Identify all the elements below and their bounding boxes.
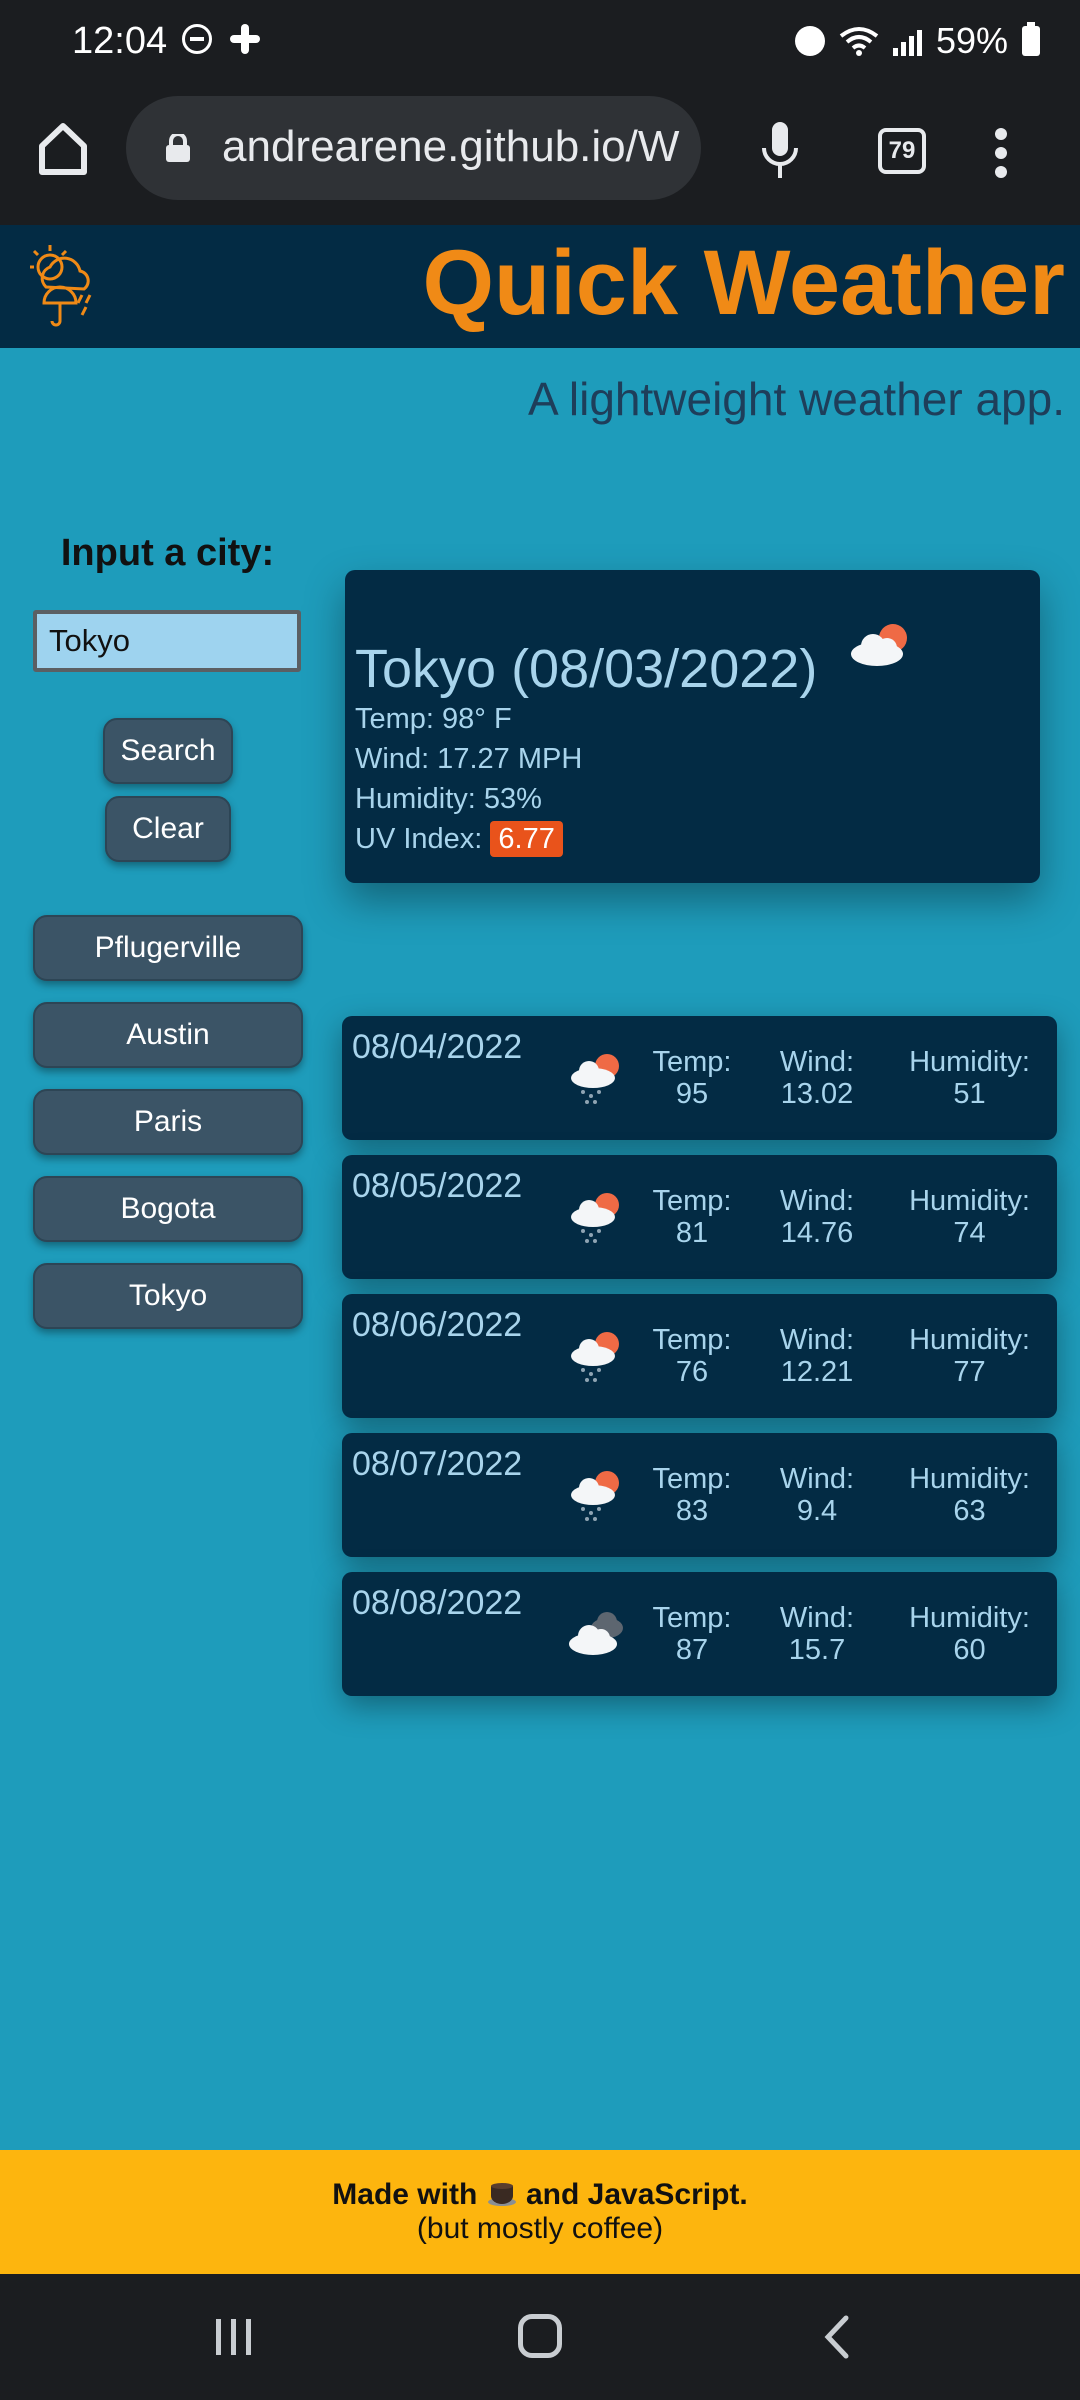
forecast-humidity: Humidity: 51 (909, 1046, 1030, 1110)
weather-logo-icon (30, 245, 92, 327)
forecast-temp: Temp: 81 (652, 1185, 732, 1249)
forecast-date: 08/08/2022 (352, 1584, 523, 1622)
forecast-card: 08/07/2022 Temp: 83 Wind: 9.4 Humidity: 63 (342, 1433, 1057, 1557)
app-title: Quick Weather (422, 232, 1065, 334)
history-city-button[interactable]: Paris (33, 1089, 303, 1155)
home-icon[interactable] (38, 120, 88, 176)
more-options-icon[interactable] (995, 128, 1009, 178)
rain-sun-icon (571, 1471, 619, 1521)
forecast-humidity: Humidity: 74 (909, 1185, 1030, 1249)
home-nav-icon[interactable] (518, 2314, 562, 2358)
page-footer: Made with and JavaScript. (but mostly co… (0, 2150, 1080, 2274)
history-city-button[interactable]: Austin (33, 1002, 303, 1068)
cloudy-icon (569, 1612, 623, 1655)
recent-apps-icon[interactable] (212, 2317, 256, 2357)
rain-sun-icon (571, 1054, 619, 1104)
slack-icon (230, 24, 260, 54)
forecast-temp: Temp: 76 (652, 1324, 732, 1388)
app-header: Quick Weather (0, 225, 1080, 348)
forecast-temp: Temp: 95 (652, 1046, 732, 1110)
forecast-temp: Temp: 87 (652, 1602, 732, 1666)
url-text: andrearene.github.io/W (222, 122, 680, 171)
city-search-input[interactable] (33, 610, 301, 672)
uv-index-badge: 6.77 (490, 821, 563, 857)
forecast-wind: Wind: 14.76 (779, 1185, 855, 1249)
forecast-card: 08/06/2022 Temp: 76 Wind: 12.21 Humidity: 7… (342, 1294, 1057, 1418)
browser-toolbar: andrearene.github.io/W 79 (0, 90, 1080, 225)
system-nav-bar (0, 2274, 1080, 2400)
forecast-card: 08/05/2022 Temp: 81 Wind: 14.76 Humidity: 7… (342, 1155, 1057, 1279)
tab-switcher-button[interactable]: 79 (878, 128, 926, 174)
forecast-date: 08/07/2022 (352, 1445, 523, 1483)
footer-note: (but mostly coffee) (416, 2212, 664, 2245)
forecast-humidity: Humidity: 63 (909, 1463, 1030, 1527)
rain-sun-icon (571, 1193, 619, 1243)
back-icon[interactable] (822, 2314, 852, 2360)
rain-sun-icon (571, 1332, 619, 1382)
city-input-label: Input a city: (60, 532, 275, 574)
current-city-title: Tokyo (08/03/2022) (355, 639, 818, 699)
current-temp: Temp: 98° F (355, 703, 512, 735)
partly-cloudy-icon (851, 624, 907, 666)
battery-icon (1022, 22, 1040, 56)
forecast-date: 08/04/2022 (352, 1028, 523, 1066)
footer-credit: Made with and JavaScript. (332, 2178, 748, 2211)
history-city-button[interactable]: Tokyo (33, 1263, 303, 1329)
forecast-wind: Wind: 15.7 (779, 1602, 855, 1666)
status-time: 12:04 (72, 20, 168, 62)
coffee-icon (487, 2183, 516, 2206)
signal-icon (892, 26, 922, 56)
clear-button[interactable]: Clear (105, 796, 231, 862)
history-city-button[interactable]: Bogota (33, 1176, 303, 1242)
current-humidity: Humidity: 53% (355, 783, 542, 815)
current-wind: Wind: 17.27 MPH (355, 743, 583, 775)
lock-icon (166, 134, 190, 162)
app-tagline: A lightweight weather app. (527, 373, 1065, 425)
forecast-temp: Temp: 83 (652, 1463, 732, 1527)
status-bar: 12:04 59% (0, 0, 1080, 90)
microphone-icon[interactable] (760, 120, 800, 180)
current-weather-card: Tokyo (08/03/2022) Temp: 98° F Wind: 17.… (345, 570, 1040, 883)
wifi-icon (839, 27, 879, 56)
do-not-disturb-icon (182, 24, 212, 54)
address-bar[interactable]: andrearene.github.io/W (126, 96, 701, 200)
forecast-humidity: Humidity: 77 (909, 1324, 1030, 1388)
forecast-card: 08/04/2022 Temp: 95 Wind: 13.02 Humidity: 5… (342, 1016, 1057, 1140)
forecast-wind: Wind: 13.02 (779, 1046, 855, 1110)
alarm-icon (794, 26, 825, 56)
battery-percent: 59% (935, 20, 1008, 61)
search-button[interactable]: Search (103, 718, 233, 784)
current-uv-row: UV Index: 6.77 (355, 821, 563, 857)
forecast-humidity: Humidity: 60 (909, 1602, 1030, 1666)
history-city-button[interactable]: Pflugerville (33, 915, 303, 981)
forecast-date: 08/06/2022 (352, 1306, 523, 1344)
forecast-wind: Wind: 9.4 (779, 1463, 855, 1527)
uv-label: UV Index: (355, 823, 483, 855)
forecast-card: 08/08/2022 Temp: 87 Wind: 15.7 Humidity: 60 (342, 1572, 1057, 1696)
forecast-wind: Wind: 12.21 (779, 1324, 855, 1388)
forecast-date: 08/05/2022 (352, 1167, 523, 1205)
